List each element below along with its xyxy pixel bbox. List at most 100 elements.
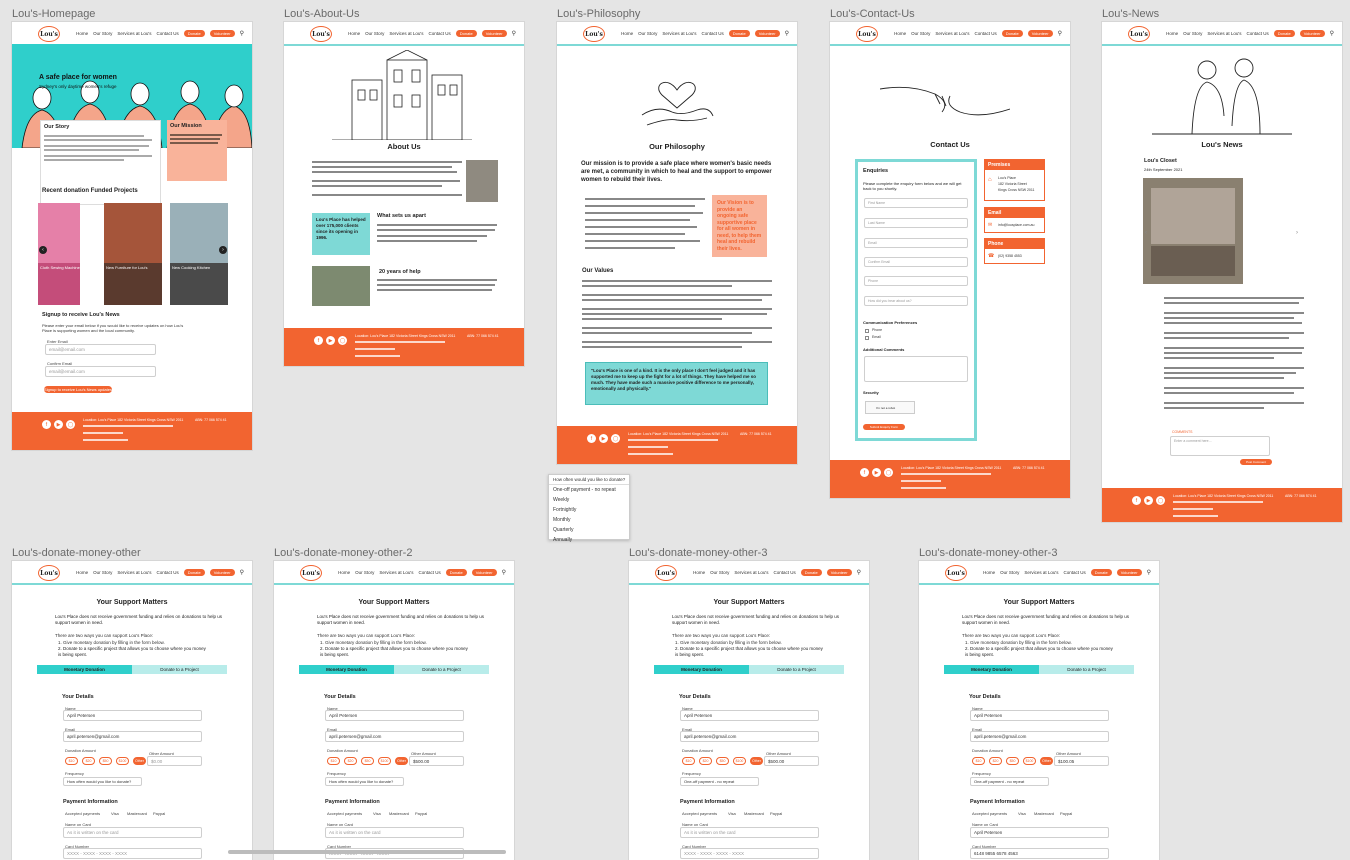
volunteer-button[interactable]: Volunteer: [1027, 29, 1053, 37]
nav-services[interactable]: Services at Lou's: [379, 570, 413, 575]
instagram-icon[interactable]: ◯: [338, 336, 347, 345]
amount-other-button[interactable]: Other: [133, 757, 146, 765]
donate-button[interactable]: Donate: [728, 29, 750, 37]
nav-contact[interactable]: Contact Us: [702, 31, 724, 36]
article-photo[interactable]: [1143, 178, 1243, 284]
amount-other-button[interactable]: Other: [1040, 757, 1053, 765]
donate-frame-4[interactable]: Lou's Home Our Story Services at Lou's C…: [919, 561, 1159, 860]
frame-label-donate-4[interactable]: Lou's-donate-money-other-3: [919, 547, 1057, 559]
nav-our-story[interactable]: Our Story: [1000, 570, 1019, 575]
confirm-email-input[interactable]: Confirm Email: [864, 257, 968, 267]
search-icon[interactable]: ⚲: [857, 569, 861, 576]
nav-contact[interactable]: Contact Us: [157, 31, 179, 36]
search-icon[interactable]: ⚲: [1330, 30, 1334, 37]
lous-logo[interactable]: Lou's: [38, 565, 60, 581]
amount-other-button[interactable]: Other: [395, 757, 408, 765]
lous-logo[interactable]: Lou's: [945, 565, 967, 581]
other-amount-input[interactable]: $500.00: [409, 756, 464, 766]
homepage-frame[interactable]: Lou's Home Our Story Services at Lou's C…: [12, 22, 252, 450]
nav-services[interactable]: Services at Lou's: [1024, 570, 1058, 575]
donate-button[interactable]: Donate: [183, 568, 205, 576]
amount-10-button[interactable]: $10: [65, 757, 78, 765]
email-input[interactable]: Email: [864, 238, 968, 248]
nav-contact[interactable]: Contact Us: [429, 31, 451, 36]
signup-button[interactable]: Signup to receive Lou's News updates: [44, 386, 112, 393]
nav-contact[interactable]: Contact Us: [1247, 31, 1269, 36]
nav-contact[interactable]: Contact Us: [419, 570, 441, 575]
nav-home[interactable]: Home: [621, 31, 633, 36]
frame-label-contact[interactable]: Lou's-Contact-Us: [830, 8, 915, 20]
amount-100-button[interactable]: $100: [116, 757, 129, 765]
volunteer-button[interactable]: Volunteer: [481, 29, 507, 37]
youtube-icon[interactable]: ▶: [326, 336, 335, 345]
tab-donate-project[interactable]: Donate to a Project: [394, 665, 489, 674]
volunteer-button[interactable]: Volunteer: [209, 29, 235, 37]
nav-our-story[interactable]: Our Story: [365, 31, 384, 36]
reason-select[interactable]: How did you hear about us?: [864, 296, 968, 306]
nav-home[interactable]: Home: [693, 570, 705, 575]
name-on-card-input[interactable]: As it is written on the card: [63, 827, 202, 838]
facebook-icon[interactable]: f: [1132, 496, 1141, 505]
carousel-prev-icon[interactable]: ‹: [39, 246, 47, 254]
frequency-select[interactable]: One-off payment - no repeat: [680, 777, 759, 786]
card-number-input[interactable]: XXXX - XXXX - XXXX - XXXX: [63, 848, 202, 859]
signup-email-input[interactable]: email@email.com: [45, 344, 156, 355]
youtube-icon[interactable]: ▶: [1144, 496, 1153, 505]
frame-label-donate-3[interactable]: Lou's-donate-money-other-3: [629, 547, 767, 559]
pref-email-checkbox[interactable]: [865, 336, 869, 340]
search-icon[interactable]: ⚲: [1147, 569, 1151, 576]
search-icon[interactable]: ⚲: [240, 569, 244, 576]
lous-logo[interactable]: Lou's: [583, 26, 605, 42]
volunteer-button[interactable]: Volunteer: [1299, 29, 1325, 37]
lous-logo[interactable]: Lou's: [856, 26, 878, 42]
tab-monetary-donation[interactable]: Monetary Donation: [299, 665, 394, 674]
news-frame[interactable]: Lou's Home Our Story Services at Lou's C…: [1102, 22, 1342, 522]
facebook-icon[interactable]: f: [42, 420, 51, 429]
facebook-icon[interactable]: f: [587, 434, 596, 443]
frame-label-philosophy[interactable]: Lou's-Philosophy: [557, 8, 640, 20]
amount-other-button[interactable]: Other: [750, 757, 763, 765]
nav-home[interactable]: Home: [76, 31, 88, 36]
nav-services[interactable]: Services at Lou's: [734, 570, 768, 575]
nav-contact[interactable]: Contact Us: [157, 570, 179, 575]
nav-our-story[interactable]: Our Story: [638, 31, 657, 36]
recaptcha-box[interactable]: I'm not a robot: [865, 401, 915, 414]
amount-10-button[interactable]: $10: [682, 757, 695, 765]
comments-textarea[interactable]: [864, 356, 968, 382]
nav-our-story[interactable]: Our Story: [93, 570, 112, 575]
card-number-input[interactable]: 6148 9855 6578 4563: [970, 848, 1109, 859]
tab-donate-project[interactable]: Donate to a Project: [1039, 665, 1134, 674]
nav-services[interactable]: Services at Lou's: [935, 31, 969, 36]
contact-frame[interactable]: Lou's Home Our Story Services at Lou's C…: [830, 22, 1070, 498]
other-amount-input[interactable]: $100.05: [1054, 756, 1109, 766]
lous-logo[interactable]: Lou's: [38, 26, 60, 42]
frame-label-donate-1[interactable]: Lou's-donate-money-other: [12, 547, 141, 559]
instagram-icon[interactable]: ◯: [611, 434, 620, 443]
amount-20-button[interactable]: $20: [82, 757, 95, 765]
phone-input[interactable]: Phone: [864, 276, 968, 286]
name-on-card-input[interactable]: April Petersen: [970, 827, 1109, 838]
pref-phone-checkbox[interactable]: [865, 329, 869, 333]
nav-our-story[interactable]: Our Story: [355, 570, 374, 575]
dropdown-option[interactable]: Weekly: [549, 495, 629, 505]
amount-50-button[interactable]: $50: [716, 757, 729, 765]
frequency-select[interactable]: How often would you like to donate?: [63, 777, 142, 786]
mastercard-option[interactable]: Mastercard: [744, 811, 764, 816]
email-input[interactable]: april.petersen@gmail.com: [325, 731, 464, 742]
amount-50-button[interactable]: $50: [361, 757, 374, 765]
search-icon[interactable]: ⚲: [512, 30, 516, 37]
project-card-2[interactable]: New Furniture for Lou's: [104, 203, 162, 305]
frequency-select[interactable]: One-off payment - no repeat: [970, 777, 1049, 786]
nav-our-story[interactable]: Our Story: [911, 31, 930, 36]
photo-prev-icon[interactable]: ‹: [1145, 230, 1147, 236]
name-input[interactable]: April Petersen: [970, 710, 1109, 721]
amount-100-button[interactable]: $100: [733, 757, 746, 765]
donate-button[interactable]: Donate: [1273, 29, 1295, 37]
comment-textarea[interactable]: Enter a comment here...: [1170, 436, 1270, 456]
paypal-option[interactable]: Paypal: [1060, 811, 1072, 816]
name-input[interactable]: April Petersen: [680, 710, 819, 721]
nav-our-story[interactable]: Our Story: [1183, 31, 1202, 36]
email-value[interactable]: info@lousplace.com.au: [998, 223, 1034, 227]
nav-home[interactable]: Home: [338, 570, 350, 575]
nav-services[interactable]: Services at Lou's: [1207, 31, 1241, 36]
